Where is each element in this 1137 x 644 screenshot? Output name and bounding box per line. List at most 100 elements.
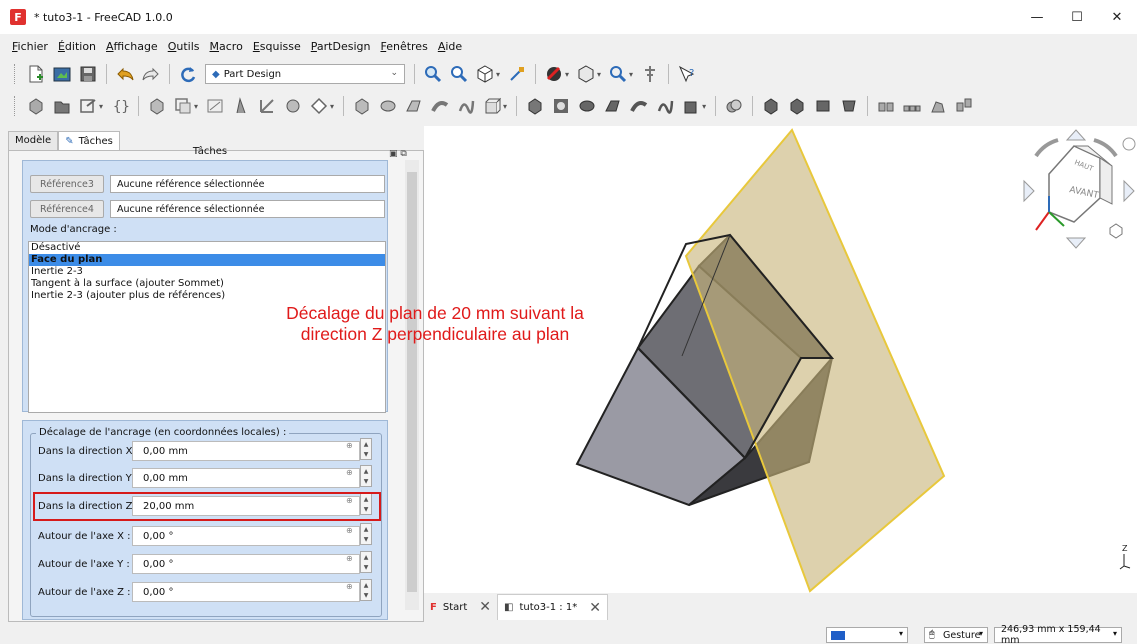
mode-item-tangent[interactable]: Tangent à la surface (ajouter Sommet): [29, 278, 385, 290]
navcube-menu-icon[interactable]: [1122, 137, 1136, 151]
chevron-down-icon[interactable]: ▾: [194, 102, 198, 111]
standard-views-icon[interactable]: [475, 64, 495, 84]
rotation-y-input[interactable]: 0,00 °: [132, 554, 360, 574]
menu-macro[interactable]: Macro: [210, 40, 243, 53]
fit-selection-icon[interactable]: [449, 64, 469, 84]
close-tab-icon[interactable]: ✕: [589, 600, 601, 616]
menu-partdesign[interactable]: PartDesign: [311, 40, 371, 53]
mirrored-icon[interactable]: [876, 96, 896, 116]
expression-icon[interactable]: ⊕: [346, 468, 353, 477]
chevron-down-icon[interactable]: ▾: [597, 70, 601, 79]
chevron-down-icon[interactable]: ▾: [702, 102, 706, 111]
linear-pattern-icon[interactable]: [902, 96, 922, 116]
clone-icon[interactable]: [173, 96, 193, 116]
minimize-button[interactable]: —: [1017, 0, 1057, 34]
subtractive-primitive-icon[interactable]: [681, 96, 701, 116]
chevron-down-icon[interactable]: ▾: [629, 70, 633, 79]
datum-plane-icon[interactable]: [205, 96, 225, 116]
chevron-down-icon[interactable]: ▾: [99, 102, 103, 111]
hole-icon[interactable]: [551, 96, 571, 116]
doc-tab-start[interactable]: F Start ✕: [424, 594, 497, 620]
navcube-down-arrow-icon[interactable]: [1065, 237, 1087, 249]
clipping-plane-icon[interactable]: [640, 64, 660, 84]
datum-line-icon[interactable]: [231, 96, 251, 116]
expression-icon[interactable]: ⊕: [346, 441, 353, 450]
part-icon[interactable]: [52, 96, 72, 116]
reference3-button[interactable]: Référence3: [30, 175, 104, 193]
offset-x-spinner[interactable]: ▲ ▼: [360, 438, 372, 460]
workbench-select[interactable]: ◆ Part Design ⌄: [205, 64, 405, 84]
view-dimensions[interactable]: 246,93 mm x 159,44 mm ▾: [994, 624, 1122, 644]
groove-icon[interactable]: [577, 96, 597, 116]
menu-outils[interactable]: Outils: [168, 40, 200, 53]
mode-item-face-du-plan[interactable]: Face du plan: [29, 254, 385, 266]
menu-edition[interactable]: Édition: [58, 40, 96, 53]
mode-item-inertie-2-3[interactable]: Inertie 2-3: [29, 266, 385, 278]
navigation-cube[interactable]: AVANT HAUT: [1023, 129, 1136, 249]
menu-esquisse[interactable]: Esquisse: [253, 40, 301, 53]
navcube-rotate-left-icon[interactable]: [1034, 138, 1059, 158]
multi-transform-icon[interactable]: [954, 96, 974, 116]
mode-item-inertie-2-3-plus[interactable]: Inertie 2-3 (ajouter plus de références): [29, 290, 385, 302]
polar-pattern-icon[interactable]: [928, 96, 948, 116]
body-icon[interactable]: [26, 96, 46, 116]
additive-primitive-icon[interactable]: [482, 96, 502, 116]
menu-fenetres[interactable]: Fenêtres: [380, 40, 427, 53]
navigation-style-select[interactable]: 🖱 Gesture ▾: [924, 627, 988, 643]
navcube-view-menu-icon[interactable]: [1109, 223, 1123, 239]
rotation-z-spinner[interactable]: ▲ ▼: [360, 579, 372, 601]
maximize-button[interactable]: ☐: [1057, 0, 1097, 34]
reference4-button[interactable]: Référence4: [30, 200, 104, 218]
subtractive-helix-icon[interactable]: [655, 96, 675, 116]
menu-aide[interactable]: Aide: [438, 40, 462, 53]
loft-icon[interactable]: [404, 96, 424, 116]
panel-dock-icons[interactable]: ▣ ⧉: [389, 149, 407, 159]
new-document-icon[interactable]: [26, 64, 46, 84]
menu-affichage[interactable]: Affichage: [106, 40, 158, 53]
revolution-icon[interactable]: [378, 96, 398, 116]
doc-tab-tuto3-1[interactable]: ◧ tuto3-1 : 1* ✕: [497, 594, 608, 620]
pad-icon[interactable]: [352, 96, 372, 116]
offset-y-input[interactable]: 0,00 mm: [132, 468, 360, 488]
measure-icon[interactable]: [608, 64, 628, 84]
redo-icon[interactable]: [141, 64, 161, 84]
save-document-icon[interactable]: [78, 64, 98, 84]
sub-shape-binder-icon[interactable]: [283, 96, 303, 116]
offset-x-input[interactable]: 0,00 mm: [132, 441, 360, 461]
expression-icon[interactable]: ⊕: [346, 526, 353, 535]
expression-icon[interactable]: ⊕: [346, 582, 353, 591]
pipe-icon[interactable]: [430, 96, 450, 116]
shape-binder-icon[interactable]: [147, 96, 167, 116]
status-color-select[interactable]: ▾: [826, 627, 908, 643]
local-cs-icon[interactable]: [257, 96, 277, 116]
fit-all-icon[interactable]: [423, 64, 443, 84]
thickness-icon[interactable]: [839, 96, 859, 116]
reference3-field[interactable]: Aucune référence sélectionnée: [110, 175, 385, 193]
variable-set-icon[interactable]: {}: [110, 96, 130, 116]
draw-style-icon[interactable]: [544, 64, 564, 84]
chevron-down-icon[interactable]: ▾: [330, 102, 334, 111]
bounding-box-icon[interactable]: [507, 64, 527, 84]
chamfer-icon[interactable]: [787, 96, 807, 116]
open-document-icon[interactable]: [52, 64, 72, 84]
link-icon[interactable]: [78, 96, 98, 116]
reference4-field[interactable]: Aucune référence sélectionnée: [110, 200, 385, 218]
draft-icon[interactable]: [813, 96, 833, 116]
menu-fichier[interactable]: Fichier: [12, 40, 48, 53]
offset-y-spinner[interactable]: ▲ ▼: [360, 465, 372, 487]
navcube-up-arrow-icon[interactable]: [1065, 129, 1087, 141]
close-button[interactable]: ✕: [1097, 0, 1137, 34]
rotation-y-spinner[interactable]: ▲ ▼: [360, 551, 372, 573]
toolbar-grip[interactable]: [14, 96, 17, 116]
3d-viewport[interactable]: AVANT HAUT Z: [274, 126, 1137, 593]
refresh-icon[interactable]: [178, 64, 198, 84]
helix-icon[interactable]: [456, 96, 476, 116]
datum-plane[interactable]: [684, 128, 946, 593]
chevron-down-icon[interactable]: ▾: [503, 102, 507, 111]
subtractive-loft-icon[interactable]: [603, 96, 623, 116]
rotation-z-input[interactable]: 0,00 °: [132, 582, 360, 602]
navcube-right-arrow-icon[interactable]: [1123, 179, 1135, 203]
toolbar-grip[interactable]: [14, 64, 17, 84]
rotation-x-input[interactable]: 0,00 °: [132, 526, 360, 546]
expression-icon[interactable]: ⊕: [346, 554, 353, 563]
